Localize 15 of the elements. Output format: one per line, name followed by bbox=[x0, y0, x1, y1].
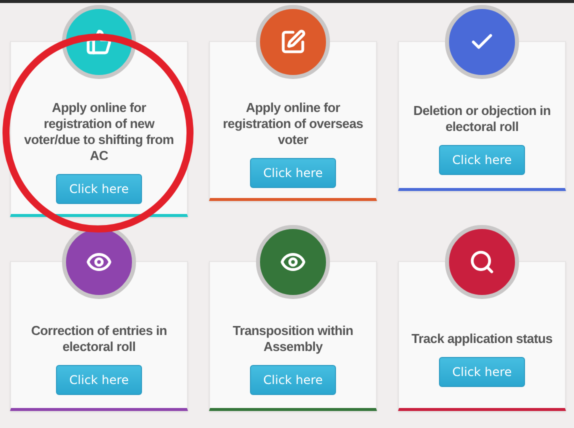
card-title: Correction of entries in electoral roll bbox=[30, 323, 168, 355]
search-icon bbox=[469, 249, 495, 275]
card-title: Apply online for registration of overseas voter bbox=[222, 100, 364, 148]
click-here-button[interactable]: Click here bbox=[250, 158, 336, 188]
click-here-button[interactable]: Click here bbox=[439, 357, 525, 387]
click-here-button[interactable]: Click here bbox=[56, 365, 142, 395]
thumbs-up-icon bbox=[86, 29, 112, 55]
card-title: Transposition within Assembly bbox=[232, 323, 354, 355]
click-here-button[interactable]: Click here bbox=[439, 145, 525, 175]
card-title: Track application status bbox=[412, 331, 552, 347]
click-here-button[interactable]: Click here bbox=[56, 174, 142, 204]
pencil-square-icon bbox=[280, 29, 306, 55]
card-title: Deletion or objection in electoral roll bbox=[412, 103, 552, 135]
click-here-button[interactable]: Click here bbox=[250, 365, 336, 395]
card-title: Apply online for registration of new voter/due to shifting from AC bbox=[23, 100, 175, 164]
